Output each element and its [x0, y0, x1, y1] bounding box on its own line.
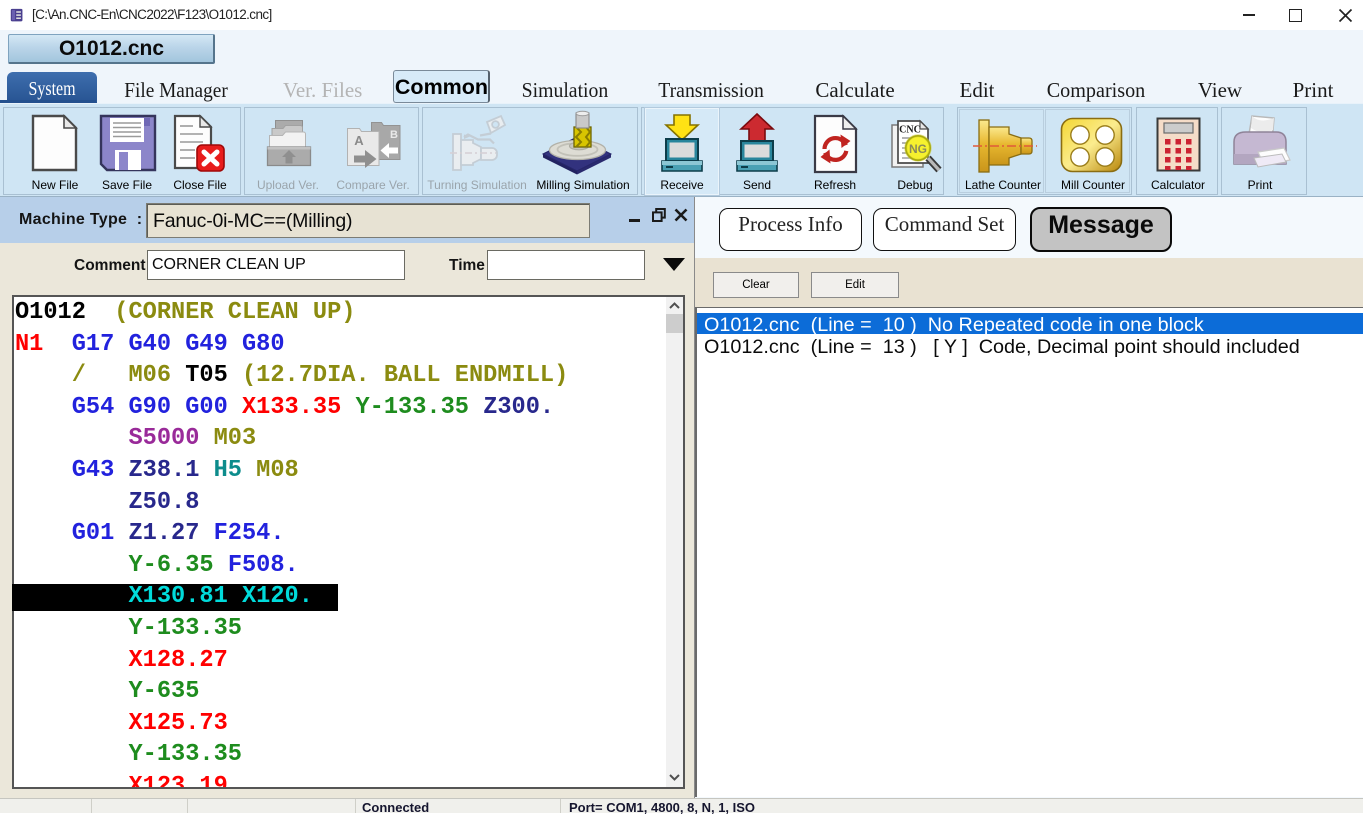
svg-text:B: B	[390, 129, 398, 141]
svg-text:CNC: CNC	[899, 125, 921, 136]
svg-text:A: A	[354, 133, 364, 148]
svg-text:NG: NG	[909, 142, 927, 156]
